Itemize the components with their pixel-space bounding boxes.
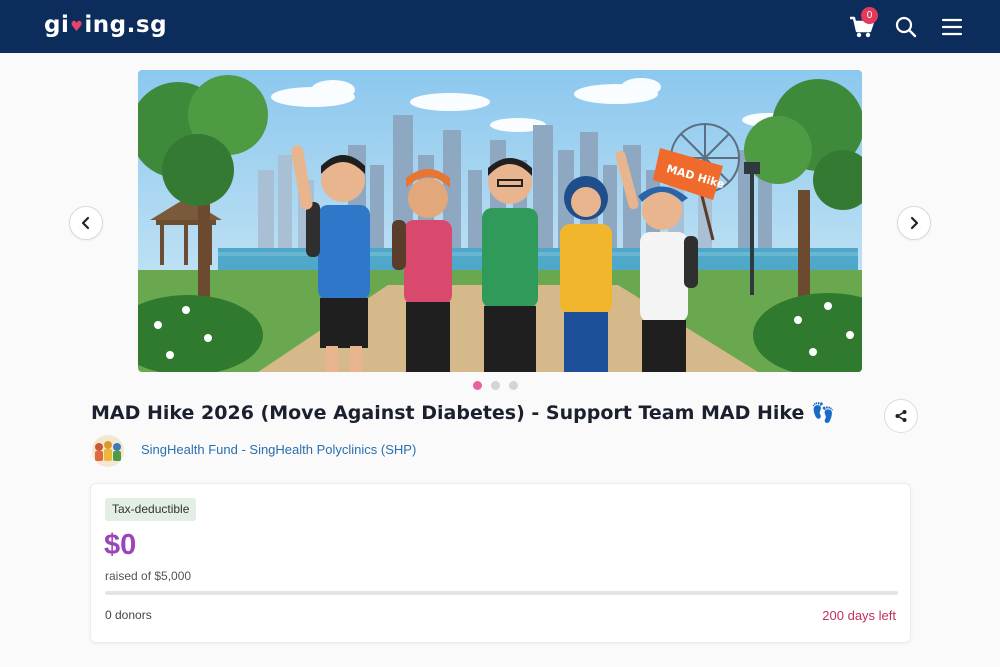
share-icon — [895, 410, 907, 422]
donor-count: 0 donors — [105, 608, 152, 622]
organization-link[interactable]: SingHealth Fund - SingHealth Polyclinics… — [141, 442, 416, 457]
search-button[interactable] — [894, 15, 918, 39]
carousel-next-button[interactable] — [897, 206, 931, 240]
carousel-prev-button[interactable] — [69, 206, 103, 240]
campaign-title: MAD Hike 2026 (Move Against Diabetes) - … — [91, 402, 835, 424]
cart-count-badge: 0 — [861, 7, 878, 24]
hamburger-menu-icon — [941, 18, 963, 36]
fundraising-stats-card: Tax-deductible $0 raised of $5,000 0 don… — [90, 483, 911, 643]
fundraising-progress-bar — [105, 591, 898, 595]
share-button[interactable] — [884, 399, 918, 433]
logo-text-right: ing.sg — [84, 12, 168, 38]
raised-of-goal: raised of $5,000 — [105, 569, 192, 583]
carousel-dots — [473, 381, 518, 390]
carousel-dot-2[interactable] — [491, 381, 500, 390]
menu-button[interactable] — [940, 15, 964, 39]
giving-sg-logo[interactable]: gi ♥ ing.sg — [44, 12, 167, 38]
chevron-right-icon — [910, 216, 919, 230]
heart-icon: ♥ — [70, 19, 84, 35]
raised-amount: $0 — [104, 529, 137, 561]
tax-deductible-badge: Tax-deductible — [105, 498, 197, 521]
top-navigation-bar: gi ♥ ing.sg 0 — [0, 0, 1000, 53]
days-left: 200 days left — [822, 608, 896, 623]
logo-text-left: gi — [44, 12, 70, 38]
banner-illustration: MAD Hike — [138, 70, 862, 372]
search-icon — [895, 16, 917, 38]
carousel-dot-1[interactable] — [473, 381, 482, 390]
chevron-left-icon — [81, 216, 90, 230]
campaign-banner-image: MAD Hike — [138, 70, 862, 372]
carousel-dot-3[interactable] — [509, 381, 518, 390]
organization-avatar[interactable] — [90, 434, 126, 468]
